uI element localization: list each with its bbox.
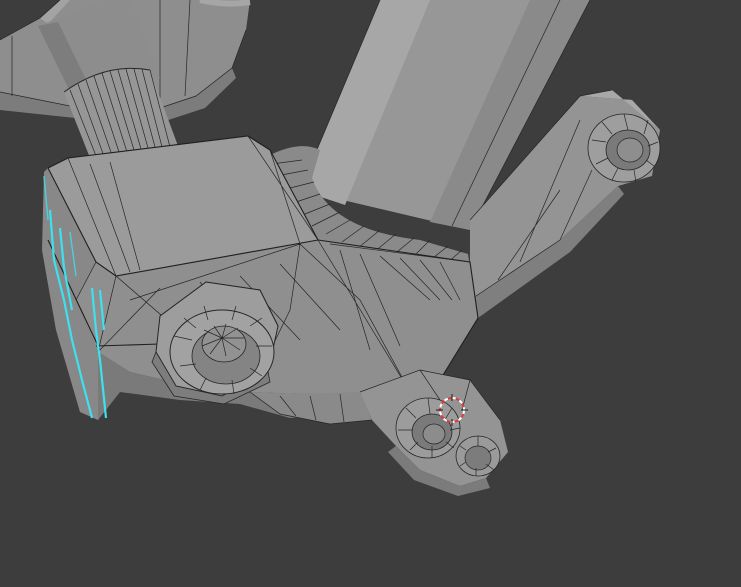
mesh-scene[interactable] [0, 0, 741, 587]
3d-viewport[interactable] [0, 0, 741, 587]
